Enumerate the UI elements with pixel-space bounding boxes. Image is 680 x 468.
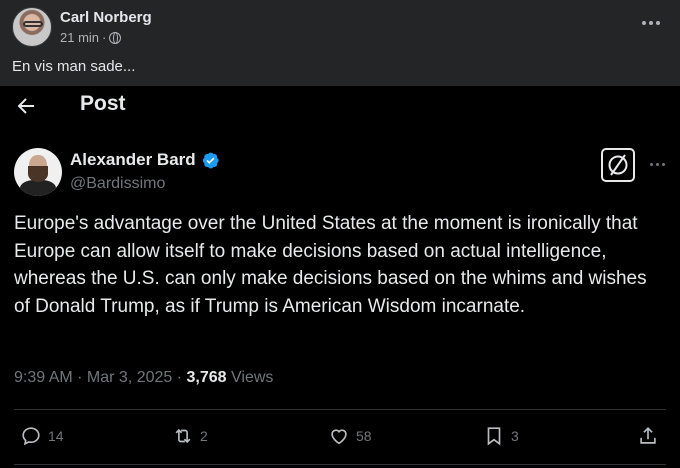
avatar[interactable] <box>14 148 62 196</box>
tweet-timestamp[interactable]: 9:39 AM · Mar 3, 2025 · <box>14 369 187 386</box>
like-count: 58 <box>356 428 372 444</box>
tweet-meta: 9:39 AM · Mar 3, 2025 · 3,768 Views <box>14 369 273 387</box>
bookmark-button[interactable]: 3 <box>483 423 519 449</box>
grok-icon[interactable] <box>601 148 635 182</box>
reply-count: 14 <box>48 428 64 444</box>
verified-badge-icon <box>202 152 219 168</box>
globe-icon <box>109 31 122 44</box>
author-name-row: Alexander Bard <box>70 150 220 170</box>
reply-icon <box>22 427 40 446</box>
repost-count: 2 <box>200 428 208 444</box>
post-author-name[interactable]: Carl Norberg <box>60 9 152 26</box>
bookmark-icon <box>487 427 501 446</box>
author-name[interactable]: Alexander Bard <box>70 150 196 170</box>
facebook-post-header: Carl Norberg 21 min · En vis man sade... <box>0 0 680 86</box>
post-time[interactable]: 21 min <box>60 30 99 45</box>
repost-icon <box>175 428 191 444</box>
author-handle[interactable]: @Bardissimo <box>70 175 165 193</box>
page-title: Post <box>80 92 126 115</box>
repost-button[interactable]: 2 <box>172 423 208 449</box>
meta-separator: · <box>102 30 107 45</box>
views-count: 3,768 <box>186 369 227 386</box>
divider <box>14 409 666 410</box>
share-button[interactable] <box>637 423 659 449</box>
divider <box>14 464 666 465</box>
back-arrow-icon[interactable] <box>14 94 38 118</box>
x-post-screenshot: Post Alexander Bard @Bardissimo Europe's… <box>0 86 680 468</box>
post-caption: En vis man sade... <box>12 58 136 75</box>
share-icon <box>640 427 656 444</box>
bookmark-count: 3 <box>511 428 519 444</box>
more-options-icon[interactable] <box>640 13 662 33</box>
reply-button[interactable]: 14 <box>20 423 64 449</box>
tweet-text: Europe's advantage over the United State… <box>14 213 647 317</box>
more-options-icon[interactable] <box>647 158 667 170</box>
like-icon <box>331 429 347 445</box>
views-label: Views <box>226 369 274 386</box>
like-button[interactable]: 58 <box>328 423 372 449</box>
action-bar: 14 2 58 3 <box>0 423 680 449</box>
post-meta: 21 min · <box>60 30 122 45</box>
avatar[interactable] <box>12 7 52 47</box>
